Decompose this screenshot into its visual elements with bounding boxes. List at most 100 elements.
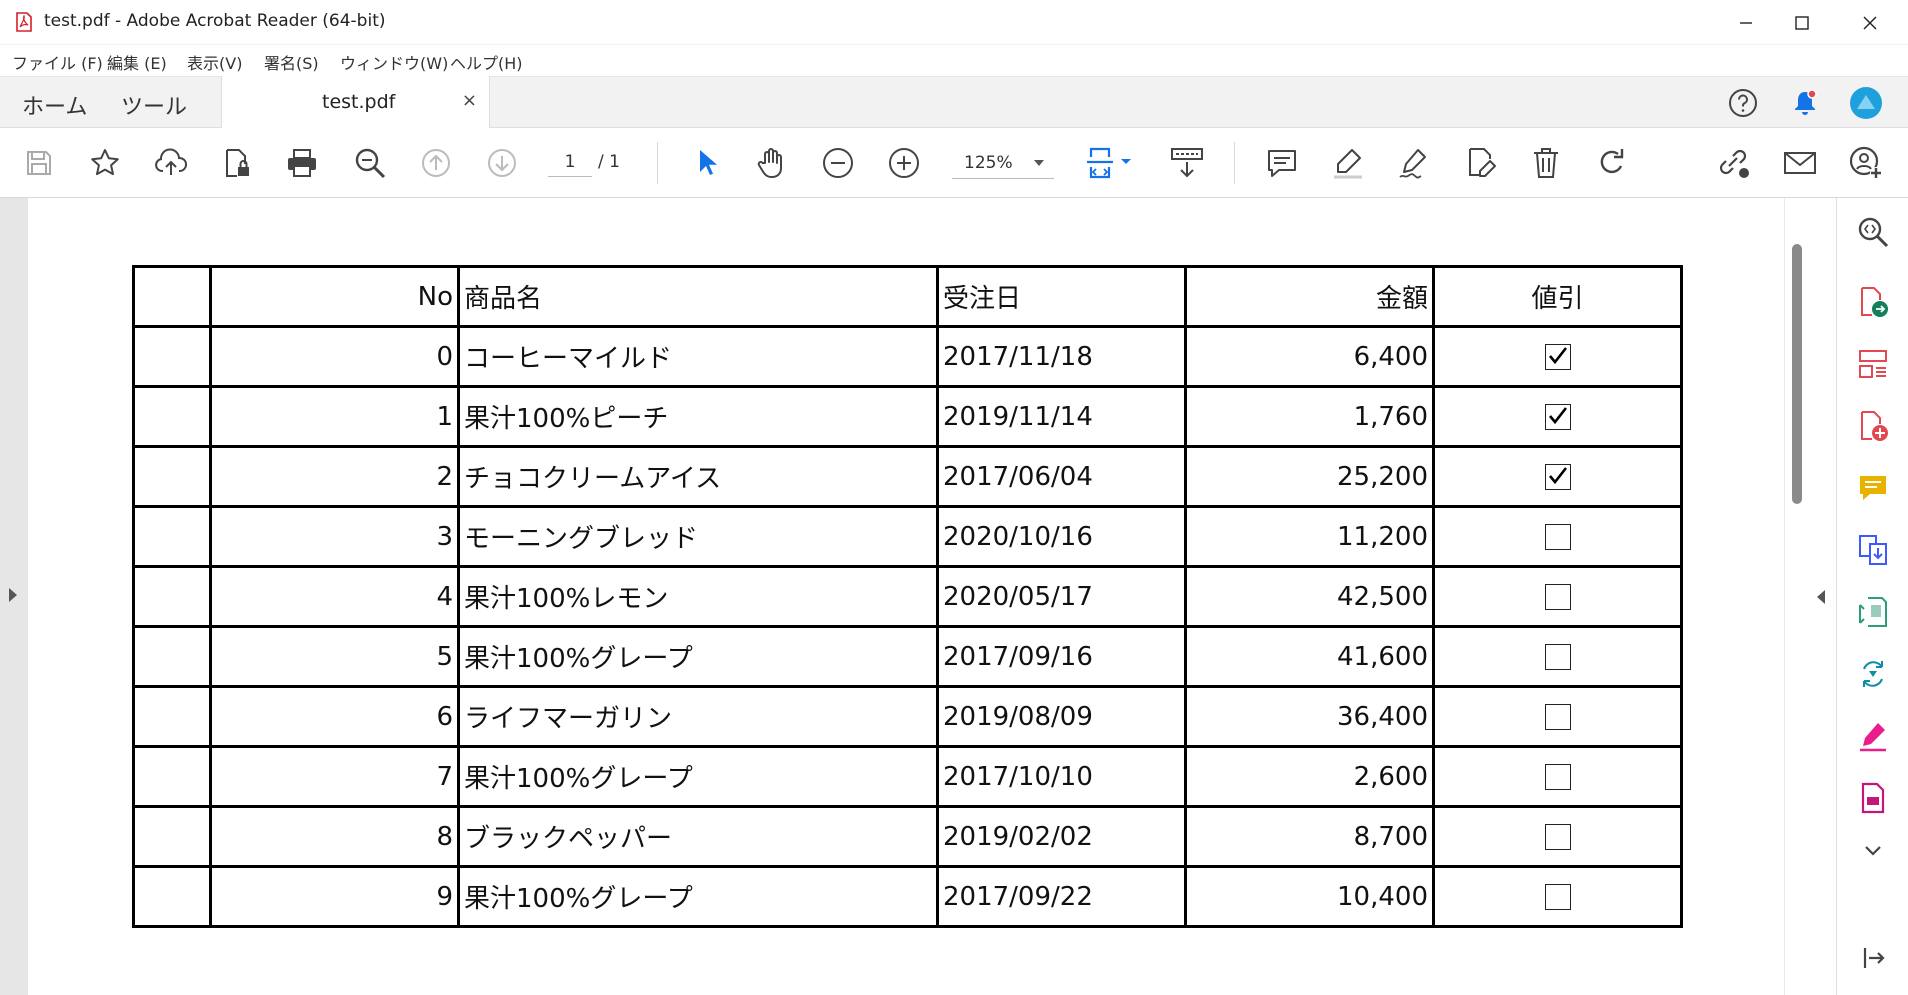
- discount-checkbox[interactable]: [1544, 644, 1571, 670]
- left-panel-toggle[interactable]: [0, 198, 28, 995]
- zoom-out-icon[interactable]: [818, 143, 858, 183]
- rotate-icon[interactable]: [1592, 143, 1632, 183]
- scrollbar-thumb[interactable]: [1792, 244, 1802, 504]
- more-tools-file-icon[interactable]: [1853, 778, 1893, 818]
- bookmark-star-icon[interactable]: [85, 143, 125, 183]
- table-row: 7 果汁100%グレープ 2017/10/10 2,600: [132, 745, 1683, 808]
- highlight-pen-icon[interactable]: [1328, 143, 1368, 183]
- print-icon[interactable]: [282, 143, 322, 183]
- menu-view[interactable]: 表示(V): [187, 50, 242, 74]
- chevron-down-icon[interactable]: [1853, 830, 1893, 870]
- table-row: 2 チョコクリームアイス 2017/06/04 25,200: [132, 445, 1683, 508]
- checkmark-icon: [1548, 347, 1567, 365]
- discount-checkbox[interactable]: [1544, 524, 1571, 550]
- title-bar: test.pdf - Adobe Acrobat Reader (64-bit): [0, 0, 1908, 45]
- row-blank-cell: [132, 745, 212, 808]
- save-icon[interactable]: [19, 143, 59, 183]
- send-review-icon[interactable]: [1853, 654, 1893, 694]
- header-cell-no: No: [209, 265, 460, 328]
- email-icon[interactable]: [1780, 143, 1820, 183]
- row-amount-cell: 25,200: [1184, 445, 1435, 508]
- menu-help[interactable]: ヘルプ(H): [450, 50, 523, 74]
- row-blank-cell: [132, 565, 212, 628]
- organize-pages-icon[interactable]: [1853, 344, 1893, 384]
- header-cell-date: 受注日: [936, 265, 1187, 328]
- table-row: 1 果汁100%ピーチ 2019/11/14 1,760: [132, 385, 1683, 448]
- select-cursor-icon[interactable]: [686, 143, 726, 183]
- notification-bell-icon[interactable]: [1787, 85, 1823, 121]
- scroll-mode-icon[interactable]: [1165, 143, 1209, 183]
- combine-files-icon[interactable]: [1853, 530, 1893, 570]
- row-date-cell: 2019/11/14: [936, 385, 1187, 448]
- row-discount-cell: [1432, 745, 1683, 808]
- add-person-icon[interactable]: [1846, 143, 1886, 183]
- table-row: 8 ブラックペッパー 2019/02/02 8,700: [132, 805, 1683, 868]
- discount-checkbox[interactable]: [1544, 824, 1571, 850]
- discount-checkbox[interactable]: [1544, 464, 1571, 490]
- zoom-in-icon[interactable]: [884, 143, 924, 183]
- zoom-level-dropdown[interactable]: 125%: [952, 149, 1054, 179]
- row-amount-cell: 11,200: [1184, 505, 1435, 568]
- discount-checkbox[interactable]: [1544, 584, 1571, 610]
- edit-pdf-icon[interactable]: [1460, 143, 1500, 183]
- menu-edit[interactable]: 編集 (E): [107, 50, 167, 74]
- row-product-cell: 果汁100%レモン: [457, 565, 939, 628]
- chevron-down-icon: [1034, 160, 1044, 166]
- toolbar-divider: [1234, 142, 1235, 184]
- checkmark-icon: [1548, 467, 1567, 485]
- delete-trash-icon[interactable]: [1526, 143, 1566, 183]
- upload-cloud-icon[interactable]: [151, 143, 191, 183]
- export-pdf-icon[interactable]: [1853, 282, 1893, 322]
- search-zoom-icon[interactable]: [350, 143, 390, 183]
- page-number-input[interactable]: 1: [548, 149, 592, 177]
- close-window-button[interactable]: [1842, 0, 1898, 45]
- fit-page-icon[interactable]: [1082, 143, 1138, 183]
- header-cell-product: 商品名: [457, 265, 939, 328]
- row-date-cell: 2020/05/17: [936, 565, 1187, 628]
- search-tools-icon[interactable]: [1853, 212, 1893, 252]
- row-date-cell: 2019/08/09: [936, 685, 1187, 748]
- hand-tool-icon[interactable]: [752, 143, 792, 183]
- close-tab-button[interactable]: ×: [462, 90, 477, 111]
- maximize-button[interactable]: [1774, 0, 1830, 45]
- row-date-cell: 2019/02/02: [936, 805, 1187, 868]
- tab-document[interactable]: test.pdf ×: [221, 76, 490, 129]
- comment-icon[interactable]: [1262, 143, 1302, 183]
- comment-tool-icon[interactable]: [1853, 468, 1893, 508]
- tab-tools[interactable]: ツール: [121, 89, 187, 121]
- draw-sign-icon[interactable]: [1394, 143, 1434, 183]
- discount-checkbox[interactable]: [1544, 704, 1571, 730]
- row-no-cell: 5: [209, 625, 460, 688]
- discount-checkbox[interactable]: [1544, 404, 1571, 430]
- share-link-icon[interactable]: [1714, 143, 1754, 183]
- help-icon[interactable]: [1725, 85, 1761, 121]
- discount-checkbox[interactable]: [1544, 344, 1571, 370]
- row-discount-cell: [1432, 505, 1683, 568]
- create-pdf-icon[interactable]: [1853, 406, 1893, 446]
- expand-left-panel-icon[interactable]: [9, 588, 17, 602]
- previous-page-icon[interactable]: [416, 143, 456, 183]
- menu-window[interactable]: ウィンドウ(W): [340, 50, 448, 74]
- collapse-panel-icon[interactable]: [1853, 938, 1893, 978]
- row-amount-cell: 41,600: [1184, 625, 1435, 688]
- collapse-right-panel-icon[interactable]: [1817, 590, 1825, 604]
- row-product-cell: ライフマーガリン: [457, 685, 939, 748]
- row-discount-cell: [1432, 865, 1683, 928]
- next-page-icon[interactable]: [482, 143, 522, 183]
- compress-pdf-icon[interactable]: [1853, 592, 1893, 632]
- menu-sign[interactable]: 署名(S): [264, 50, 319, 74]
- menu-file[interactable]: ファイル (F): [12, 50, 103, 74]
- protect-file-icon[interactable]: [217, 143, 257, 183]
- row-blank-cell: [132, 805, 212, 868]
- row-discount-cell: [1432, 325, 1683, 388]
- discount-checkbox[interactable]: [1544, 884, 1571, 910]
- row-no-cell: 4: [209, 565, 460, 628]
- discount-checkbox[interactable]: [1544, 764, 1571, 790]
- row-product-cell: モーニングブレッド: [457, 505, 939, 568]
- fill-sign-icon[interactable]: [1853, 716, 1893, 756]
- row-no-cell: 9: [209, 865, 460, 928]
- minimize-button[interactable]: [1718, 0, 1774, 45]
- tab-home[interactable]: ホーム: [22, 89, 87, 121]
- row-no-cell: 7: [209, 745, 460, 808]
- account-avatar-icon[interactable]: [1848, 85, 1884, 121]
